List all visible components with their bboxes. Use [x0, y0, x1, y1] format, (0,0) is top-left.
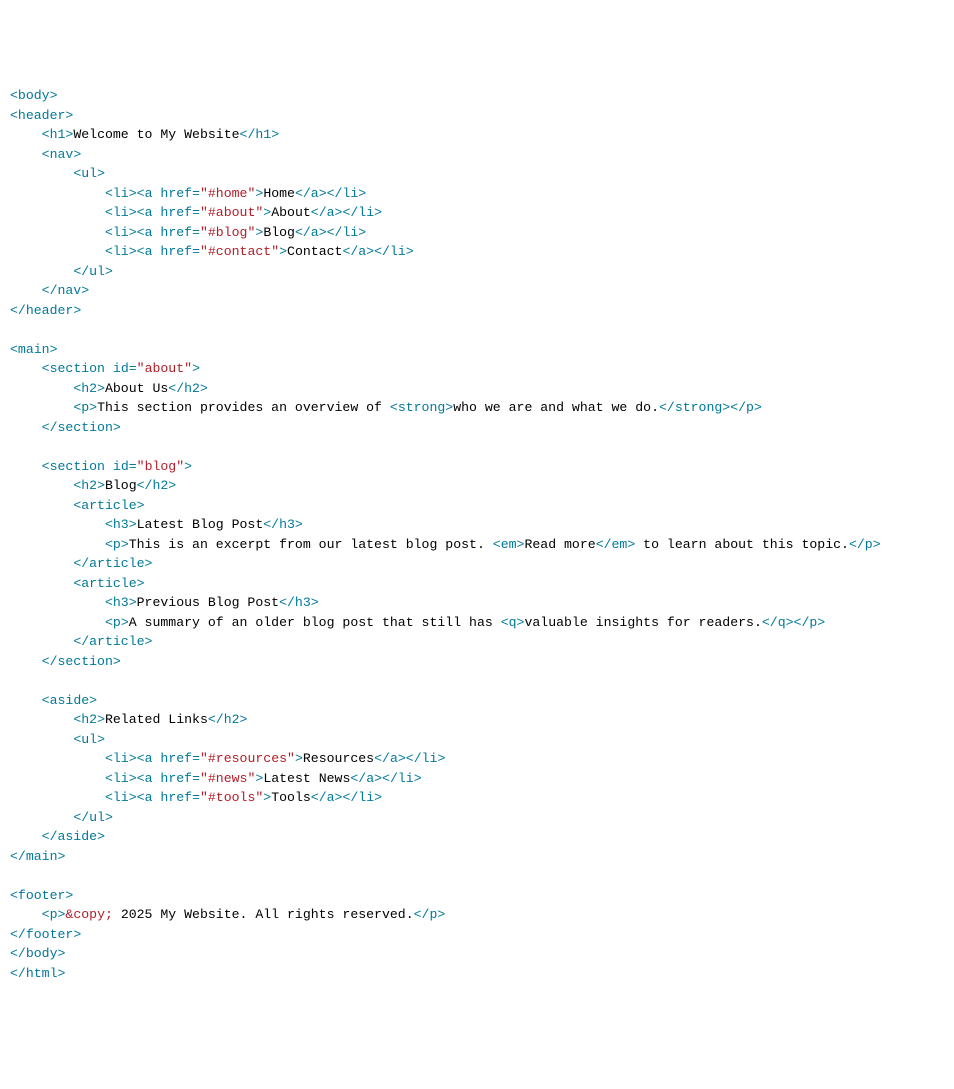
aside-link-news: Latest News [263, 771, 350, 786]
nav-link-home: Home [263, 186, 295, 201]
nav-link-blog: Blog [263, 225, 295, 240]
nav-link-about: About [271, 205, 311, 220]
aside-heading: Related Links [105, 712, 208, 727]
article-2-title: Previous Blog Post [137, 595, 279, 610]
about-heading: About Us [105, 381, 168, 396]
article-1-title: Latest Blog Post [137, 517, 264, 532]
page-title: Welcome to My Website [73, 127, 239, 142]
blog-heading: Blog [105, 478, 137, 493]
aside-link-resources: Resources [303, 751, 374, 766]
nav-link-contact: Contact [287, 244, 342, 259]
code-block: <body> <header> <h1>Welcome to My Websit… [10, 86, 944, 983]
aside-link-tools: Tools [271, 790, 311, 805]
